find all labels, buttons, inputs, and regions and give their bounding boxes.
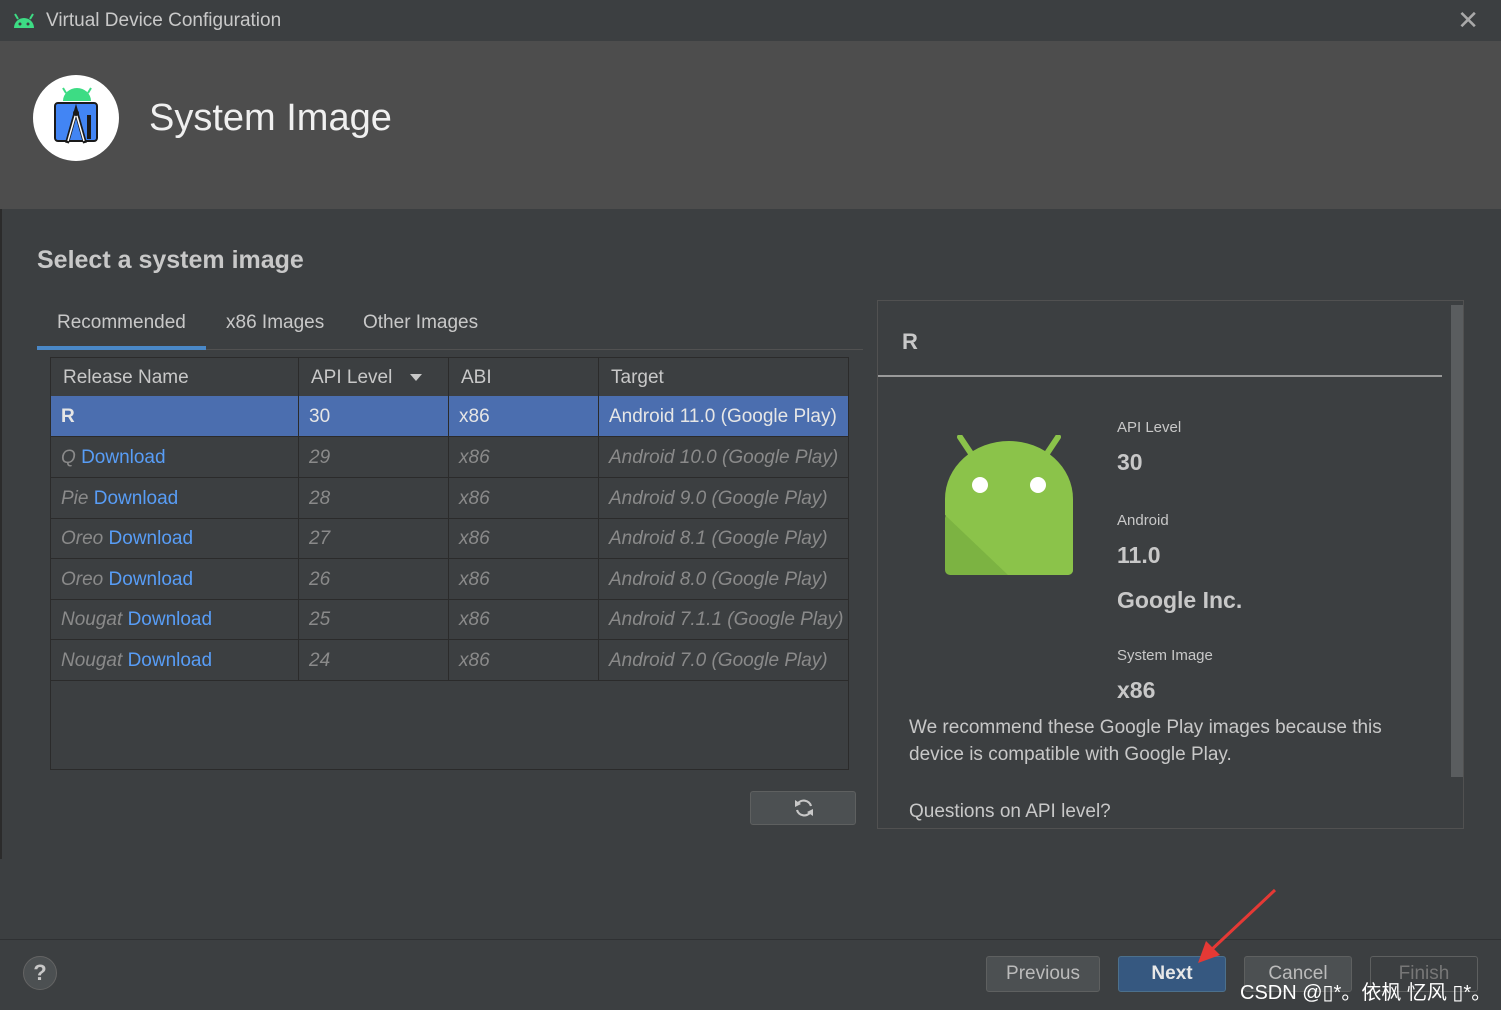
cell-abi: x86 <box>449 396 599 436</box>
android-robot-icon <box>945 435 1073 575</box>
page-title: System Image <box>149 97 392 139</box>
table-row[interactable]: Oreo Download 26 x86 Android 8.0 (Google… <box>51 559 848 600</box>
release-name: Oreo <box>61 528 104 549</box>
table-row[interactable]: Nougat Download 24 x86 Android 7.0 (Goog… <box>51 640 848 681</box>
table-row[interactable]: R 30 x86 Android 11.0 (Google Play) <box>51 396 848 437</box>
cell-api-level: 28 <box>299 478 449 518</box>
cell-target: Android 8.1 (Google Play) <box>609 528 828 549</box>
release-name: Nougat <box>61 609 123 630</box>
android-head-icon <box>14 13 34 28</box>
system-image-value: x86 <box>1117 677 1156 703</box>
annotation-arrow-icon <box>1198 888 1277 963</box>
cell-release-name: Nougat Download <box>51 640 299 680</box>
download-link[interactable]: Download <box>109 569 194 590</box>
tab-other-images[interactable]: Other Images <box>343 304 498 346</box>
cell-abi: x86 <box>449 437 599 477</box>
api-level-label: API Level <box>1117 419 1182 436</box>
download-link[interactable]: Download <box>128 650 213 671</box>
table-row[interactable]: Pie Download 28 x86 Android 9.0 (Google … <box>51 478 848 519</box>
cell-abi: x86 <box>449 640 599 680</box>
header-banner: System Image <box>0 41 1501 209</box>
detail-release-name: R <box>902 329 918 354</box>
system-image-label: System Image <box>1117 647 1213 664</box>
cell-abi: x86 <box>449 559 599 599</box>
detail-separator <box>878 375 1442 377</box>
window-title: Virtual Device Configuration <box>46 10 282 31</box>
download-link[interactable]: Download <box>128 609 213 630</box>
vendor-value: Google Inc. <box>1117 587 1243 613</box>
tab-recommended[interactable]: Recommended <box>37 304 206 350</box>
questions-api-level-link[interactable]: Questions on API level? <box>909 798 1429 825</box>
cell-target: Android 7.0 (Google Play) <box>609 650 828 671</box>
android-studio-logo <box>33 75 119 161</box>
title-bar: Virtual Device Configuration ✕ <box>0 0 1501 41</box>
release-name: Oreo <box>61 569 104 590</box>
refresh-icon <box>795 799 813 817</box>
download-link[interactable]: Download <box>94 488 179 509</box>
cell-release-name: Oreo Download <box>51 559 299 599</box>
watermark: CSDN @▯*。依枫 忆风 ▯*。 <box>1240 982 1492 1004</box>
column-header-api-level[interactable]: API Level <box>299 358 449 396</box>
column-header-abi[interactable]: ABI <box>449 358 599 396</box>
table-row[interactable]: Oreo Download 27 x86 Android 8.1 (Google… <box>51 518 848 559</box>
cell-release-name: R <box>51 396 299 436</box>
cell-abi: x86 <box>449 599 599 639</box>
window-edge <box>0 209 2 859</box>
column-header-api-level-label: API Level <box>311 367 393 388</box>
cell-target: Android 8.0 (Google Play) <box>609 569 828 590</box>
image-tabs: Recommended x86 Images Other Images <box>37 304 863 350</box>
table-row[interactable]: Nougat Download 25 x86 Android 7.1.1 (Go… <box>51 599 848 640</box>
cell-release-name: Oreo Download <box>51 518 299 558</box>
android-version-value: 11.0 <box>1117 542 1161 568</box>
tab-x86-images[interactable]: x86 Images <box>206 304 344 346</box>
cell-target: Android 9.0 (Google Play) <box>609 488 828 509</box>
previous-button[interactable]: Previous <box>986 956 1100 992</box>
section-title: Select a system image <box>37 246 304 274</box>
release-name: Q <box>61 447 76 468</box>
cell-target: Android 10.0 (Google Play) <box>609 447 839 468</box>
close-icon[interactable]: ✕ <box>1457 6 1479 34</box>
android-label: Android <box>1117 512 1169 529</box>
column-header-target[interactable]: Target <box>599 358 848 396</box>
cell-abi: x86 <box>449 518 599 558</box>
download-link[interactable]: Download <box>81 447 166 468</box>
release-name: Pie <box>61 488 89 509</box>
table-header: Release Name API Level ABI Target <box>51 358 848 397</box>
detail-scrollbar[interactable] <box>1451 305 1463 777</box>
refresh-button[interactable] <box>750 791 856 825</box>
cell-release-name: Q Download <box>51 437 299 477</box>
release-name: R <box>61 406 75 427</box>
cell-api-level: 26 <box>299 559 449 599</box>
system-image-table: Release Name API Level ABI Target R 30 x… <box>50 357 849 770</box>
download-link[interactable]: Download <box>109 528 194 549</box>
cell-api-level: 24 <box>299 640 449 680</box>
cell-api-level: 29 <box>299 437 449 477</box>
cell-api-level: 27 <box>299 518 449 558</box>
sort-descending-icon <box>409 374 422 382</box>
cell-api-level: 30 <box>299 396 449 436</box>
cell-target: Android 7.1.1 (Google Play) <box>609 609 844 630</box>
release-name: Nougat <box>61 650 123 671</box>
help-button[interactable]: ? <box>23 956 57 990</box>
cell-release-name: Pie Download <box>51 478 299 518</box>
cell-target: Android 11.0 (Google Play) <box>609 406 837 427</box>
recommendation-text: We recommend these Google Play images be… <box>909 717 1382 765</box>
table-row[interactable]: Q Download 29 x86 Android 10.0 (Google P… <box>51 437 848 478</box>
image-details-panel: R API Level 30 Android 11.0 Google Inc. … <box>877 300 1464 829</box>
api-level-value: 30 <box>1117 449 1143 475</box>
cell-abi: x86 <box>449 478 599 518</box>
cell-api-level: 25 <box>299 599 449 639</box>
cell-release-name: Nougat Download <box>51 599 299 639</box>
column-header-release-name[interactable]: Release Name <box>51 358 299 396</box>
avd-logo-icon <box>54 87 98 144</box>
